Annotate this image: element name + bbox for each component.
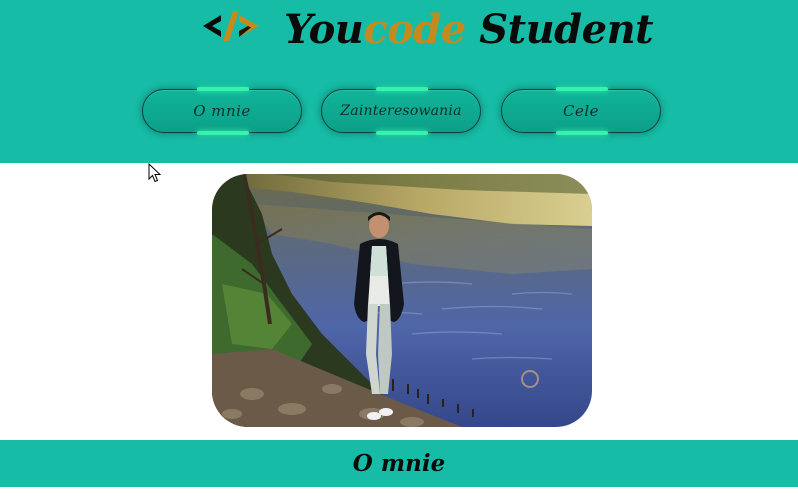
site-title: Youcode Student	[284, 4, 654, 56]
section-heading-bar: O mnie	[0, 440, 798, 487]
site-title-part2: Student	[465, 6, 654, 53]
mouse-cursor-icon	[148, 162, 162, 183]
section-title: O mnie	[352, 450, 446, 477]
site-header: Youcode Student O mnie Zainteresowania C…	[0, 0, 798, 163]
nav-button-o-mnie[interactable]: O mnie	[142, 87, 302, 135]
code-brackets-icon	[199, 6, 263, 46]
nav-button-label: O mnie	[193, 102, 251, 120]
profile-photo	[212, 174, 592, 427]
brand: Youcode Student	[0, 0, 798, 62]
button-glow-bottom	[376, 131, 428, 135]
site-title-accent: code	[363, 6, 466, 53]
site-title-part1: You	[284, 6, 364, 53]
page: Youcode Student O mnie Zainteresowania C…	[0, 0, 798, 503]
button-glow-bottom	[197, 131, 249, 135]
nav-button-label: Cele	[562, 102, 600, 120]
nav-button-label: Zainteresowania	[340, 103, 462, 119]
nav-button-zainteresowania[interactable]: Zainteresowania	[321, 87, 481, 135]
button-glow-bottom	[556, 131, 608, 135]
nav-button-cele[interactable]: Cele	[501, 87, 661, 135]
